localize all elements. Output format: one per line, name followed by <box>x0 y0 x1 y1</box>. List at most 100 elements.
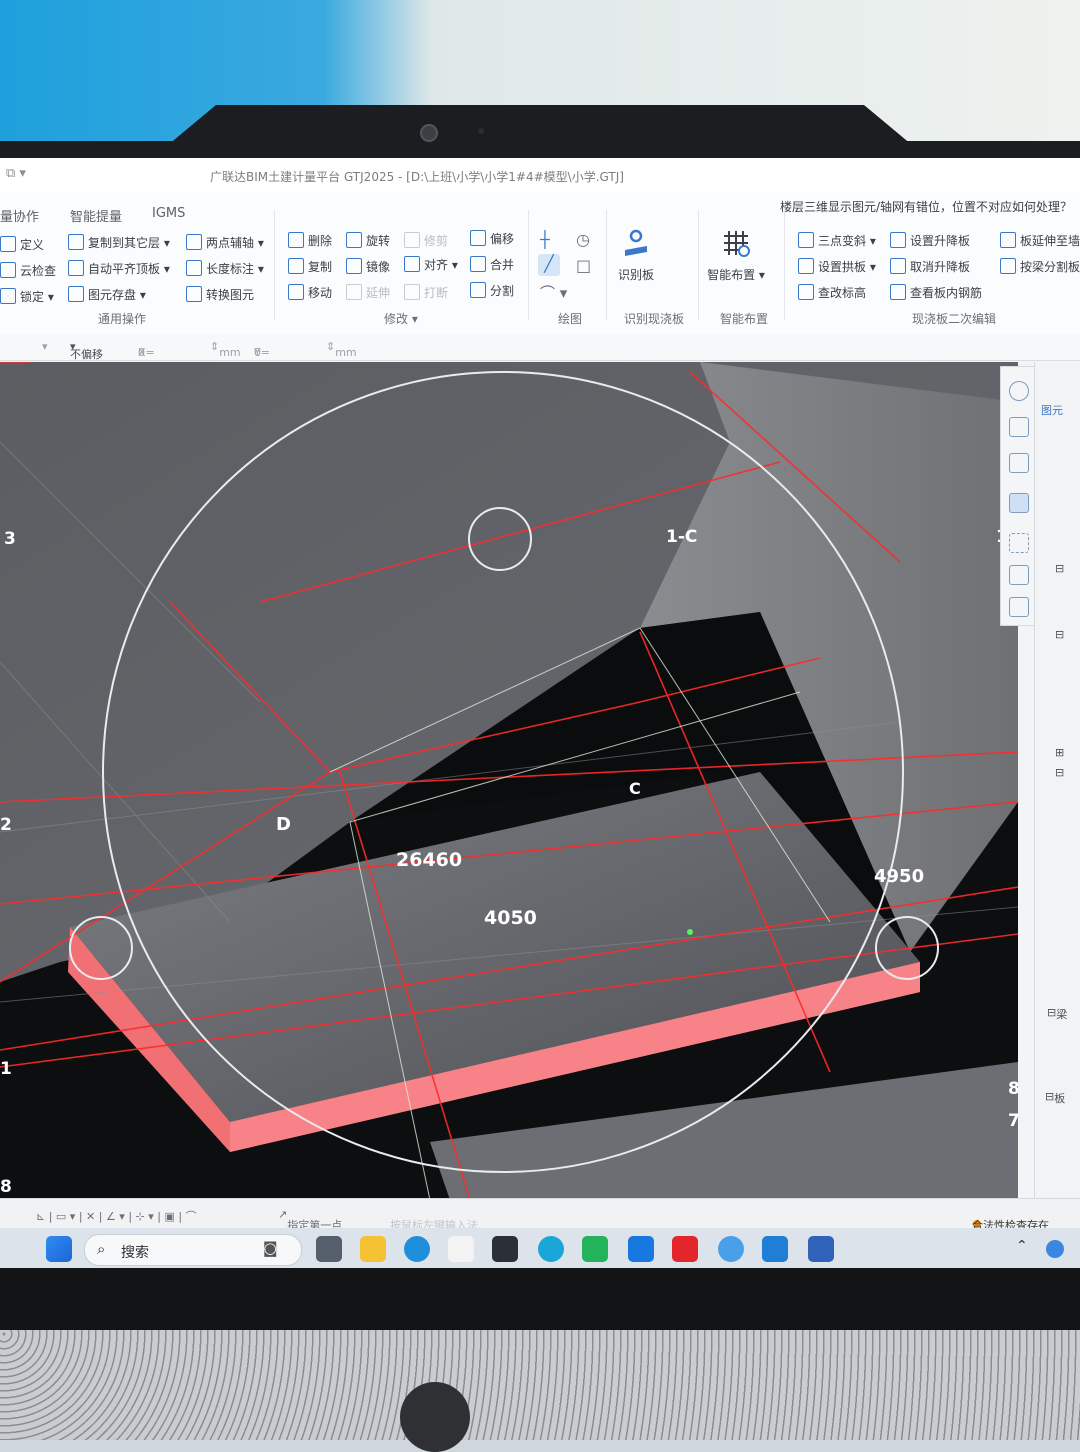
cad-icon[interactable] <box>808 1236 834 1262</box>
ortho-toggle[interactable]: ⊾ | ▭ ▾ | ✕ | ∠ ▾ | ⊹ ▾ | ▣ | ⌒ <box>36 1208 197 1224</box>
view-toolbar <box>1000 366 1036 626</box>
delete-button[interactable]: 删除 <box>288 232 332 249</box>
lock-button[interactable]: 锁定 ▾ <box>0 288 54 305</box>
convert-icon <box>186 286 202 302</box>
windows-start-icon[interactable] <box>46 1236 72 1262</box>
smart-layout-button[interactable]: 智能布置 ▾ <box>696 228 776 283</box>
cube-view-icon[interactable] <box>1009 493 1029 513</box>
line-draw-icon[interactable]: ╱ <box>538 254 560 276</box>
webcam <box>420 124 438 142</box>
3d-view-icon[interactable] <box>1009 453 1029 473</box>
fit-view-icon[interactable] <box>1009 533 1029 553</box>
merge-icon <box>470 256 486 272</box>
mirror-button[interactable]: 镜像 <box>346 258 390 275</box>
merge-button[interactable]: 合并 <box>470 256 514 273</box>
three-point-slope-button[interactable]: 三点变斜 ▾ <box>798 232 876 249</box>
snap-dropdown[interactable]: ▾ <box>42 340 48 353</box>
set-arch-slab-button[interactable]: 设置拱板 ▾ <box>798 258 876 275</box>
tab-igms[interactable]: IGMS <box>152 206 185 221</box>
trim-button[interactable]: 修剪 <box>404 232 448 249</box>
convert-element-button[interactable]: 转换图元 <box>186 286 254 303</box>
orbit-icon[interactable] <box>1009 381 1029 401</box>
wps-icon[interactable] <box>672 1236 698 1262</box>
laptop-speaker-grille <box>0 1330 1080 1440</box>
file-explorer-icon[interactable] <box>360 1236 386 1262</box>
length-dim-button[interactable]: 长度标注 ▾ <box>186 260 264 277</box>
tray-app-icon[interactable] <box>1046 1240 1064 1258</box>
axis-icon <box>186 234 202 250</box>
cloud-app-icon[interactable] <box>628 1236 654 1262</box>
split-button[interactable]: 分割 <box>470 282 514 299</box>
browser-icon[interactable] <box>718 1236 744 1262</box>
box-select-icon[interactable] <box>1009 565 1029 585</box>
copy-to-layer-button[interactable]: 复制到其它层 ▾ <box>68 234 170 251</box>
cloud-check-button[interactable]: 云检查 <box>0 262 56 279</box>
task-view-icon[interactable] <box>316 1236 342 1262</box>
rect-draw-icon[interactable]: □ <box>576 256 591 275</box>
extend-to-wall-button[interactable]: 板延伸至墙 <box>1000 232 1080 249</box>
tree-item-beam[interactable]: ⊟ 梁 <box>1047 1006 1067 1021</box>
ribbon-divider <box>784 210 785 320</box>
tab-collaboration[interactable]: 量协作 <box>0 206 39 225</box>
point-draw-icon[interactable]: ┼ <box>540 230 550 249</box>
offset-button[interactable]: 偏移 <box>470 230 514 247</box>
move-button[interactable]: 移动 <box>288 284 332 301</box>
y-unit: ⇕ mm <box>326 340 357 359</box>
3d-viewport[interactable]: 3 1-C 1 2 1 8 7 8 7 D C 26460 4050 4950 … <box>0 362 1018 1200</box>
tree-toggle[interactable]: ⊟ <box>1055 562 1064 575</box>
check-elevation-button[interactable]: 查改标高 <box>798 284 866 301</box>
tree-item-slab[interactable]: ⊟ 板 <box>1045 1090 1065 1105</box>
tree-toggle[interactable]: ⊞ <box>1055 746 1064 759</box>
offset-mode-select[interactable]: 不偏移 ▾ <box>70 340 103 361</box>
two-point-axis-button[interactable]: 两点辅轴 ▾ <box>186 234 264 251</box>
tree-toggle[interactable]: ⊟ <box>1055 766 1064 779</box>
rotate-button[interactable]: 旋转 <box>346 232 390 249</box>
panel-tab-element[interactable]: 图元 <box>1041 402 1063 418</box>
align-button[interactable]: 对齐 ▾ <box>404 256 458 273</box>
arc-draw-icon[interactable]: ⌒ ▾ <box>540 282 567 303</box>
copy-button[interactable]: 复制 <box>288 258 332 275</box>
tray-chevron-icon[interactable]: ⌃ <box>1016 1238 1028 1254</box>
camera-icon: ◙ <box>263 1239 278 1257</box>
glodon-gtj-icon[interactable] <box>762 1236 788 1262</box>
copilot-icon[interactable] <box>538 1236 564 1262</box>
tree-toggle[interactable]: ⊟ <box>1055 628 1064 641</box>
right-panel: 图元 ⊟ ⊟ ⊞ ⊟ ⊟ 梁 ⊟ 板 <box>1034 362 1080 1200</box>
define-button[interactable]: 定义 <box>0 236 44 253</box>
dimension-4050: 4050 <box>484 907 537 929</box>
axis-label-1-c: 1-C <box>666 527 697 547</box>
status-bar: ⊾ | ▭ ▾ | ✕ | ∠ ▾ | ⊹ ▾ | ▣ | ⌒ ↗ 指定第一点 … <box>0 1198 1080 1232</box>
move-icon <box>288 284 304 300</box>
coordinate-bar: ▾ 不偏移 ▾ X= 0 ⇕ mm Y= 0 ⇕ mm <box>0 334 1080 361</box>
edge-browser-icon[interactable] <box>404 1236 430 1262</box>
copy-layer-icon <box>68 234 84 250</box>
view-rebar-button[interactable]: 查看板内钢筋 <box>890 284 982 301</box>
save-element-button[interactable]: 图元存盘 ▾ <box>68 286 146 303</box>
extend-wall-icon <box>1000 232 1016 248</box>
auto-level-slab-button[interactable]: 自动平齐顶板 ▾ <box>68 260 170 277</box>
extend-icon <box>346 284 362 300</box>
point-label-d: D <box>276 814 291 835</box>
axis-label-1-left: 1 <box>0 1059 12 1079</box>
split-icon <box>470 282 486 298</box>
clock-icon[interactable]: ◷ <box>576 230 590 249</box>
wechat-icon[interactable] <box>582 1236 608 1262</box>
ribbon-divider <box>528 210 529 320</box>
store-icon[interactable] <box>448 1236 474 1262</box>
set-raise-slab-button[interactable]: 设置升降板 <box>890 232 970 249</box>
extend-button[interactable]: 延伸 <box>346 284 390 301</box>
tab-smart-quantity[interactable]: 智能提量 <box>70 206 122 225</box>
split-by-beam-button[interactable]: 按梁分割板 <box>1000 258 1080 275</box>
x-unit: ⇕ mm <box>210 340 241 359</box>
help-question[interactable]: 楼层三维显示图元/轴网有错位，位置不对应如何处理？ <box>780 198 1072 215</box>
app-icon[interactable] <box>492 1236 518 1262</box>
define-icon <box>0 236 16 252</box>
quick-access-icon[interactable]: ⧉ ▾ <box>6 166 26 181</box>
report-icon[interactable] <box>1009 597 1029 617</box>
recognize-slab-button[interactable]: 识别板 <box>596 228 676 283</box>
raise-slab-icon <box>890 232 906 248</box>
break-button[interactable]: 打断 <box>404 284 448 301</box>
taskbar-search[interactable]: ⌕ 搜索 ◙ <box>84 1234 302 1266</box>
cancel-raise-slab-button[interactable]: 取消升降板 <box>890 258 970 275</box>
2d-view-icon[interactable] <box>1009 417 1029 437</box>
